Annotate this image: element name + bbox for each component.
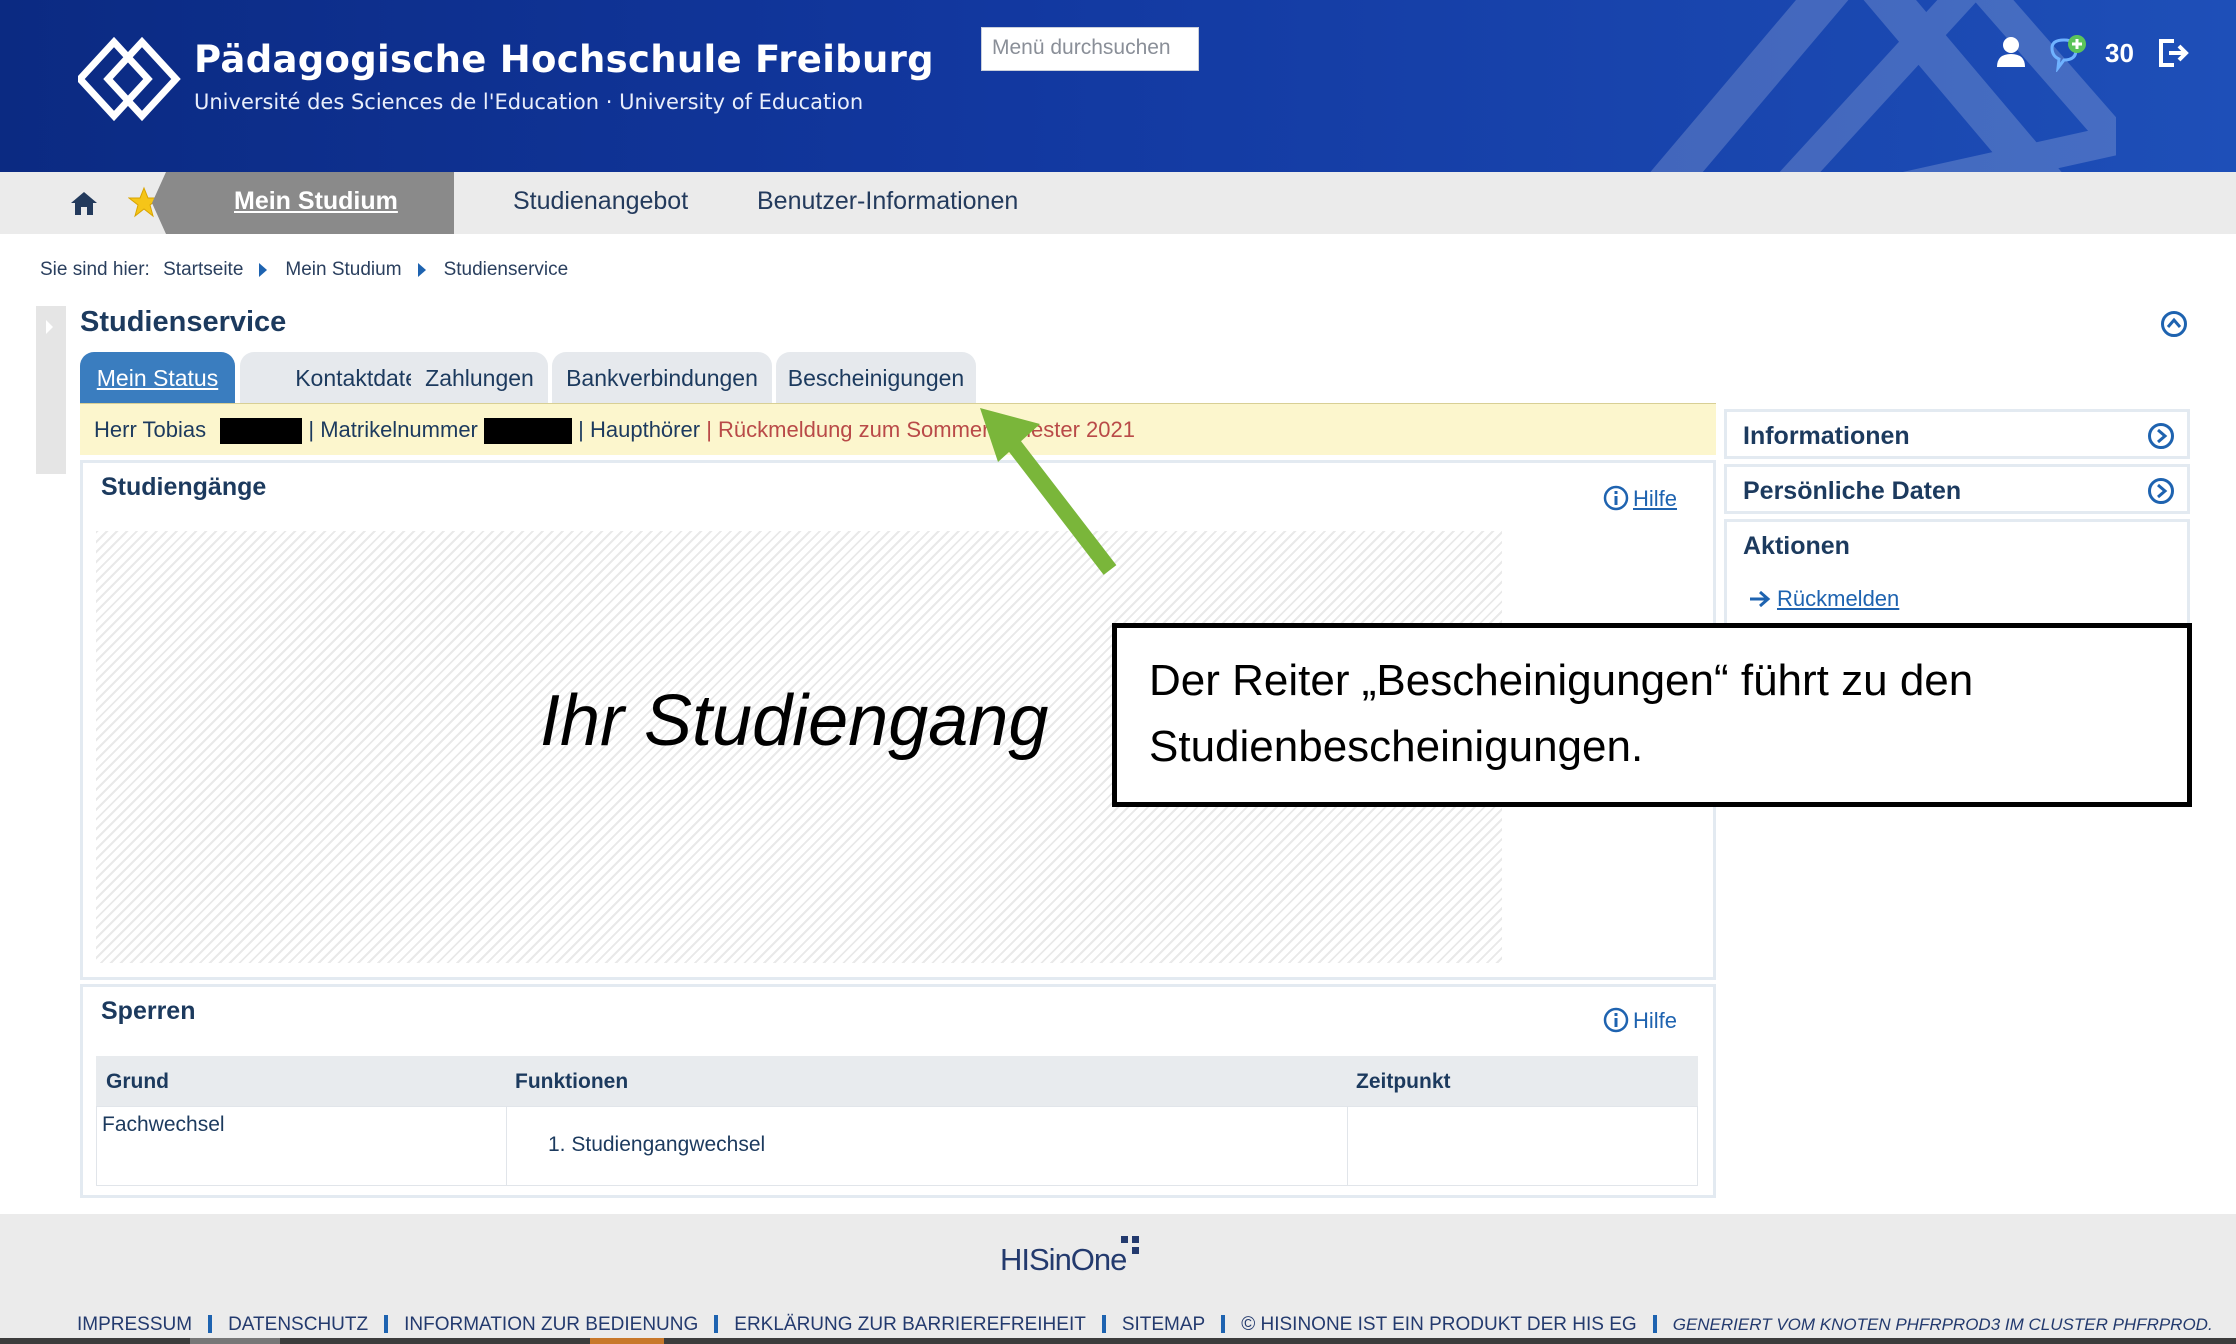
informationen-box[interactable]: Informationen [1724,409,2190,459]
annotation-line-2: Studienbescheinigungen. [1149,722,1644,771]
column-header-grund: Grund [106,1070,169,1093]
expand-right-icon[interactable] [2147,477,2175,505]
breadcrumb-item-mein-studium[interactable]: Mein Studium [285,259,401,280]
footer-separator [384,1315,389,1333]
info-icon [1603,485,1629,511]
annotation-callout: Der Reiter „Bescheinigungen“ führt zu de… [1112,623,2192,807]
collapse-up-icon[interactable] [2160,310,2188,338]
rueckmelden-link[interactable]: Rückmelden [1749,586,1899,612]
breadcrumb-item-startseite[interactable]: Startseite [163,259,243,280]
breadcrumb-item-studienservice[interactable]: Studienservice [444,259,569,280]
footer-generated: GENERIERT VOM KNOTEN PHFRPROD3 IM CLUSTE… [1672,1315,2213,1334]
cell-grund: Fachwechsel [102,1113,225,1136]
expand-right-icon[interactable] [2147,422,2175,450]
status-bar: Herr Tobias | Matrikelnummer | Haupthöre… [80,403,1716,455]
help-label: Hilfe [1633,1008,1678,1033]
footer-separator [1101,1315,1106,1333]
breadcrumb-prefix: Sie sind hier: [40,259,150,280]
university-subtitle: Université des Sciences de l'Education ·… [194,90,864,114]
logout-icon[interactable] [2158,38,2190,68]
footer-separator [714,1315,719,1333]
hisinone-logo: HISinOne [1000,1242,1127,1277]
hisinone-logo-icon [1121,1236,1139,1254]
footer-separator [1652,1315,1657,1333]
table-row: Fachwechsel 1. Studiengangwechsel [96,1106,1698,1186]
nav-item-mein-studium[interactable]: Mein Studium [234,187,398,216]
separator: | [706,417,712,442]
footer-copyright: © HISINONE IST EIN PRODUKT DER HIS EG [1241,1314,1637,1335]
main-navigation: Mein Studium Studienangebot Benutzer-Inf… [0,172,2236,234]
bottom-strip [0,1338,2236,1344]
informationen-title: Informationen [1743,422,1910,450]
redacted-matrikel [484,418,573,445]
annotation-arrow-icon [980,408,1117,575]
footer-separator [1221,1315,1226,1333]
separator: | [308,417,315,442]
arrow-right-icon [1750,590,1771,608]
persoenliche-daten-box[interactable]: Persönliche Daten [1724,464,2190,514]
help-label: Hilfe [1633,486,1678,511]
studiengaenge-help-link[interactable]: Hilfe [1603,485,1677,512]
annotation-line-1: Der Reiter „Bescheinigungen“ führt zu de… [1149,656,1974,705]
column-divider [506,1106,507,1186]
tab-bankverbindungen[interactable]: Bankverbindungen [552,352,772,403]
sidebar-toggle[interactable] [36,306,66,474]
sperren-help-link[interactable]: Hilfe [1603,1007,1677,1034]
studiengang-placeholder-label: Ihr Studiengang [540,681,1049,761]
breadcrumb: Sie sind hier: Startseite Mein Studium Stu… [40,259,568,281]
university-title: Pädagogische Hochschule Freiburg [194,38,934,81]
university-logo-icon[interactable] [78,36,182,122]
footer-link-sitemap[interactable]: SITEMAP [1122,1314,1205,1335]
footer-link-datenschutz[interactable]: DATENSCHUTZ [228,1314,368,1335]
rueckmelden-label: Rückmelden [1777,586,1900,611]
header-decoration [1650,0,2116,172]
matrikel-label: Matrikelnummer [320,417,478,442]
tab-mein-status[interactable]: Mein Status [80,352,235,403]
student-salutation: Herr Tobias [94,417,207,442]
bottom-strip-segment [190,1338,280,1344]
notification-count: 30 [2105,38,2134,68]
redacted-name [220,418,303,445]
footer-link-information[interactable]: INFORMATION ZUR BEDIENUNG [404,1314,698,1335]
page-footer: HISinOne IMPRESSUM DATENSCHUTZ INFORMATION… [0,1214,2236,1344]
column-header-zeitpunkt: Zeitpunkt [1356,1070,1451,1093]
studiengaenge-title: Studiengänge [101,473,267,501]
table-header: Grund Funktionen Zeitpunkt [96,1056,1698,1106]
student-role: Haupthörer [589,417,701,442]
persoenliche-daten-title: Persönliche Daten [1743,477,1962,505]
menu-search-input[interactable]: Menü durchsuchen [981,27,1199,71]
aktionen-box: Aktionen Rückmelden [1724,519,2190,623]
column-header-funktionen: Funktionen [515,1070,629,1093]
home-icon[interactable] [70,190,98,216]
nav-item-benutzer-informationen[interactable]: Benutzer-Informationen [757,187,1018,216]
footer-links: IMPRESSUM DATENSCHUTZ INFORMATION ZUR BEDI… [77,1314,2213,1336]
page-title: Studienservice [80,306,287,338]
chevron-right-icon [417,263,426,277]
cell-funktionen: 1. Studiengangwechsel [548,1133,766,1156]
tab-bescheinigungen[interactable]: Bescheinigungen [776,352,976,403]
user-icon[interactable] [1996,36,2026,68]
site-header: Pädagogische Hochschule Freiburg Univers… [0,0,2236,172]
bottom-strip-segment [590,1338,664,1344]
info-icon [1603,1007,1629,1033]
footer-separator [208,1315,213,1333]
chat-add-icon[interactable] [2048,34,2088,72]
chevron-right-icon [259,263,268,277]
nav-item-studienangebot[interactable]: Studienangebot [513,187,688,216]
tab-zahlungen[interactable]: Zahlungen [411,352,548,403]
sperren-title: Sperren [101,997,196,1025]
footer-link-impressum[interactable]: IMPRESSUM [77,1314,192,1335]
aktionen-title: Aktionen [1743,532,1850,560]
column-divider [1347,1106,1348,1186]
separator: | [578,417,584,442]
footer-link-barrierefreiheit[interactable]: ERKLÄRUNG ZUR BARRIEREFREIHEIT [734,1314,1086,1335]
